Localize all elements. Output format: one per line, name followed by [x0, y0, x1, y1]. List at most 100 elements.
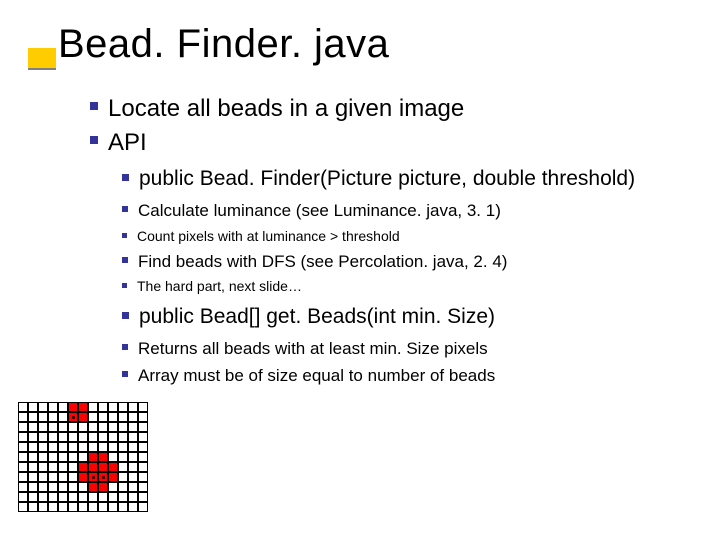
grid-cell — [138, 472, 148, 482]
grid-cell — [108, 502, 118, 512]
grid-cell — [48, 402, 58, 412]
bullet-icon — [90, 136, 98, 144]
grid-cell — [68, 472, 78, 482]
grid-cell — [128, 462, 138, 472]
grid-cell — [38, 492, 48, 502]
grid-cell — [48, 432, 58, 442]
grid-cell — [18, 472, 28, 482]
grid-cell — [128, 472, 138, 482]
grid-cell — [58, 502, 68, 512]
grid-cell — [18, 452, 28, 462]
grid-cell — [28, 472, 38, 482]
grid-cell — [98, 492, 108, 502]
grid-cell — [28, 402, 38, 412]
grid-cell — [78, 412, 88, 422]
grid-cell — [108, 432, 118, 442]
grid-cell — [78, 432, 88, 442]
grid-cell — [108, 472, 118, 482]
grid-cell — [98, 402, 108, 412]
grid-cell — [98, 482, 108, 492]
grid-cell — [138, 492, 148, 502]
bullet-icon — [122, 312, 129, 319]
grid-cell — [68, 462, 78, 472]
grid-cell — [138, 422, 148, 432]
slide-content: Locate all beads in a given image API pu… — [90, 92, 690, 393]
grid-cell — [78, 452, 88, 462]
bullet-hard-part: The hard part, next slide… — [122, 278, 690, 296]
grid-cell — [28, 502, 38, 512]
grid-cell — [38, 482, 48, 492]
grid-cell — [138, 462, 148, 472]
grid-cell — [88, 452, 98, 462]
grid-cell — [128, 502, 138, 512]
bullet-icon — [122, 206, 128, 212]
grid-cell — [68, 422, 78, 432]
grid-cell — [138, 402, 148, 412]
grid-cell — [38, 452, 48, 462]
grid-cell — [108, 482, 118, 492]
grid-cell — [98, 502, 108, 512]
grid-cell — [78, 402, 88, 412]
grid-cell — [28, 492, 38, 502]
grid-cell — [118, 452, 128, 462]
grid-cell — [88, 412, 98, 422]
grid-cell — [68, 502, 78, 512]
grid-cell — [58, 452, 68, 462]
grid-cell — [48, 412, 58, 422]
grid-cell — [108, 412, 118, 422]
grid-cell — [88, 402, 98, 412]
grid-cell — [68, 432, 78, 442]
grid-cell — [18, 422, 28, 432]
bullet-icon — [122, 283, 127, 288]
grid-cell — [58, 492, 68, 502]
bullet-constructor: public Bead. Finder(Picture picture, dou… — [122, 166, 690, 192]
grid-cell — [48, 492, 58, 502]
grid-cell — [98, 472, 108, 482]
grid-cell — [68, 482, 78, 492]
grid-cell — [88, 492, 98, 502]
grid-cell — [108, 492, 118, 502]
grid-cell — [88, 502, 98, 512]
grid-cell — [138, 432, 148, 442]
grid-cell — [58, 412, 68, 422]
grid-cell — [78, 462, 88, 472]
pixel-grid-figure — [18, 402, 148, 512]
grid-cell — [38, 432, 48, 442]
grid-cell — [18, 482, 28, 492]
grid-cell — [28, 412, 38, 422]
grid-cell — [38, 472, 48, 482]
grid-cell — [118, 462, 128, 472]
grid-cell — [18, 402, 28, 412]
slide-title: Bead. Finder. java — [58, 22, 389, 67]
grid-cell — [118, 432, 128, 442]
bullet-getbeads: public Bead[] get. Beads(int min. Size) — [122, 304, 690, 330]
grid-cell — [108, 442, 118, 452]
grid-cell — [98, 422, 108, 432]
grid-cell — [88, 432, 98, 442]
grid-cell — [68, 452, 78, 462]
grid-cell — [48, 502, 58, 512]
grid-cell — [118, 482, 128, 492]
grid-cell — [88, 422, 98, 432]
grid-cell — [28, 442, 38, 452]
grid-cell — [128, 412, 138, 422]
bullet-array-size: Array must be of size equal to number of… — [122, 365, 690, 386]
grid-cell — [28, 452, 38, 462]
grid-cell — [48, 422, 58, 432]
grid-cell — [118, 402, 128, 412]
grid-cell — [128, 452, 138, 462]
grid-cell — [68, 492, 78, 502]
grid-cell — [138, 442, 148, 452]
grid-cell — [58, 482, 68, 492]
grid-cell — [58, 422, 68, 432]
grid-cell — [38, 412, 48, 422]
grid-cell — [48, 442, 58, 452]
grid-cell — [18, 432, 28, 442]
grid-cell — [58, 472, 68, 482]
grid-cell — [38, 402, 48, 412]
grid-cell — [138, 502, 148, 512]
grid-cell — [98, 412, 108, 422]
grid-cell — [98, 452, 108, 462]
grid-cell — [68, 442, 78, 452]
grid-cell — [58, 442, 68, 452]
